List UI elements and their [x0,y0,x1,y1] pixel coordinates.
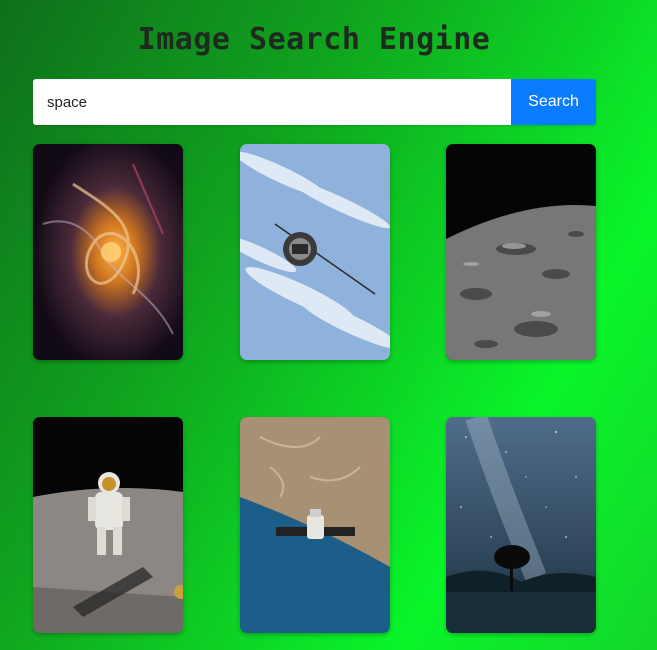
result-image-milky-way[interactable] [446,417,596,633]
page-title: Image Search Engine [137,22,491,57]
result-image-astronaut[interactable] [33,417,183,633]
search-bar: Search [33,79,596,125]
search-button[interactable]: Search [511,79,596,125]
search-input[interactable] [33,79,511,125]
result-image-satellite[interactable] [240,144,390,360]
result-image-spacecraft-earth[interactable] [240,417,390,633]
result-image-nebula[interactable] [33,144,183,360]
result-image-moon-surface[interactable] [446,144,596,360]
